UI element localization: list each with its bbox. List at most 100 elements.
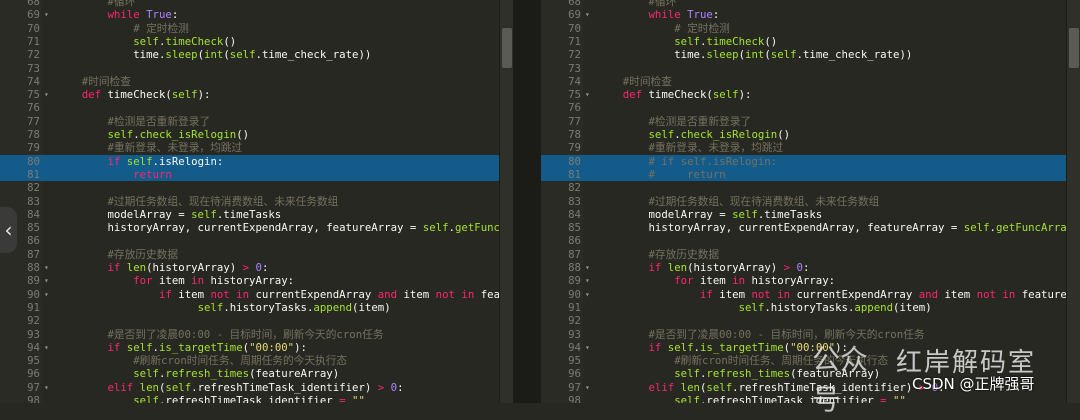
code-token: #存放历史数据	[648, 247, 720, 261]
code-line[interactable]: 69 ▾ while True:	[541, 8, 1080, 21]
code-line[interactable]: 76	[0, 101, 513, 114]
code-line[interactable]: 92	[541, 314, 1080, 327]
code-token: self	[133, 367, 159, 381]
code-line[interactable]: 73	[0, 62, 513, 75]
code-line[interactable]: 94 ▾ if self.is_targetTime("00:00"):	[0, 341, 513, 354]
code-line[interactable]: 86	[541, 234, 1080, 247]
line-number: 82	[27, 181, 40, 195]
code-line[interactable]: 80 if self.isRelogin:	[0, 154, 513, 168]
fold-toggle-icon[interactable]: ▾	[585, 8, 593, 21]
fold-toggle-icon[interactable]: ▾	[44, 274, 52, 287]
code-token: self	[133, 394, 159, 403]
code-line[interactable]: 77 #检测是否重新登录了	[541, 115, 1080, 128]
code-token: #过期任务数组、现在待消费数组、未来任务数组	[107, 194, 339, 208]
code-line[interactable]: 93 #是否到了凌晨00:00 - 目标时间，刷新今天的cron任务	[541, 328, 1080, 341]
code-line[interactable]: 91 self.historyTasks.append(item)	[541, 301, 1080, 314]
code-line[interactable]: 82	[541, 181, 1080, 194]
code-text: self.refresh_times(featureArray)	[56, 367, 339, 380]
code-line[interactable]: 75 ▾ def timeCheck(self):	[541, 88, 1080, 101]
back-button[interactable]: ‹	[0, 207, 17, 253]
fold-toggle-icon[interactable]: ▾	[44, 381, 52, 394]
code-line[interactable]: 70 # 定时检测	[0, 22, 513, 35]
left-editor-pane[interactable]: 68 #循环 69 ▾ while True: 70 # 定时检测 71 self.ti…	[0, 0, 513, 403]
code-line[interactable]: 70 # 定时检测	[541, 22, 1080, 35]
code-line[interactable]: 78 self.check_isRelogin()	[541, 128, 1080, 141]
fold-toggle-icon[interactable]: ▾	[44, 261, 52, 274]
code-line[interactable]: 89 ▾ for item in historyArray:	[541, 274, 1080, 287]
code-line[interactable]: 87 #存放历史数据	[0, 248, 513, 261]
code-line[interactable]: 73	[541, 62, 1080, 75]
fold-toggle-icon[interactable]: ▾	[585, 381, 593, 394]
code-line[interactable]: 71 self.timeCheck()	[0, 35, 513, 48]
code-line[interactable]: 98 self.refreshTimeTask_identifier = ""	[0, 394, 513, 403]
code-token: #过期任务数组、现在待消费数组、未来任务数组	[648, 194, 880, 208]
code-line[interactable]: 72 time.sleep(int(self.time_check_rate))	[541, 48, 1080, 61]
code-line[interactable]: 83 #过期任务数组、现在待消费数组、未来任务数组	[0, 195, 513, 208]
code-line[interactable]: 83 #过期任务数组、现在待消费数组、未来任务数组	[541, 195, 1080, 208]
code-line[interactable]: 74 #时间检查	[541, 75, 1080, 88]
code-line[interactable]: 80 # if self.isRelogin:	[541, 154, 1080, 168]
code-line[interactable]: 91 self.historyTasks.append(item)	[0, 301, 513, 314]
code-line[interactable]: 93 #是否到了凌晨00:00 - 目标时间，刷新今天的cron任务	[0, 328, 513, 341]
code-token: not in	[976, 287, 1016, 301]
code-line[interactable]: 87 #存放历史数据	[541, 248, 1080, 261]
code-line[interactable]: 68 #循环	[0, 0, 513, 8]
code-line[interactable]: 71 self.timeCheck()	[541, 35, 1080, 48]
fold-toggle-icon[interactable]: ▾	[44, 8, 52, 21]
code-token: item	[712, 287, 752, 301]
code-line[interactable]: 98 self.refreshTimeTask_identifier = ""	[541, 394, 1080, 403]
fold-toggle-icon[interactable]: ▾	[585, 288, 593, 301]
code-line[interactable]: 85 historyArray, currentExpendArray, fea…	[541, 221, 1080, 234]
code-line[interactable]: 95 #刷新cron时间任务、周期任务的今天执行态	[0, 354, 513, 367]
right-scrollbar-thumb[interactable]	[1069, 28, 1079, 68]
code-token: #检测是否重新登录了	[107, 114, 211, 128]
code-line[interactable]: 81 # return	[541, 167, 1080, 182]
code-token: self	[712, 88, 739, 102]
fold-toggle-icon[interactable]: ▾	[44, 288, 52, 301]
fold-toggle-icon[interactable]: ▾	[585, 88, 593, 101]
code-line[interactable]: 77 #检测是否重新登录了	[0, 115, 513, 128]
code-line[interactable]: 90 ▾ if item not in currentExpendArray an…	[541, 288, 1080, 301]
code-line[interactable]: 74 #时间检查	[0, 75, 513, 88]
code-line[interactable]: 90 ▾ if item not in currentExpendArray an…	[0, 288, 513, 301]
fold-toggle-icon[interactable]: ▾	[585, 341, 593, 354]
code-token: .refreshTimeTask_identifier	[699, 394, 881, 403]
fold-toggle-icon[interactable]: ▾	[44, 341, 52, 354]
code-line[interactable]: 81 return	[0, 167, 513, 182]
code-line[interactable]: 89 ▾ for item in historyArray:	[0, 274, 513, 287]
left-scrollbar-thumb[interactable]	[502, 28, 512, 68]
fold-toggle-icon[interactable]: ▾	[585, 261, 593, 274]
code-line[interactable]: 88 ▾ if len(historyArray) > 0:	[541, 261, 1080, 274]
code-line[interactable]: 79 #重新登录、未登录，均跳过	[0, 141, 513, 154]
left-scrollbar[interactable]	[499, 0, 514, 403]
code-token: :	[171, 8, 179, 22]
code-line[interactable]: 82	[0, 181, 513, 194]
code-line[interactable]: 79 #重新登录、未登录，均跳过	[541, 141, 1080, 154]
code-line[interactable]: 85 historyArray, currentExpendArray, fea…	[0, 221, 513, 234]
code-line[interactable]: 68 #循环	[541, 0, 1080, 8]
code-token: True	[146, 8, 172, 22]
code-line[interactable]: 96 self.refresh_times(featureArray)	[0, 367, 513, 380]
code-line[interactable]: 69 ▾ while True:	[0, 8, 513, 21]
code-line[interactable]: 86	[0, 234, 513, 247]
code-line[interactable]: 97 ▾ elif len(self.refreshTimeTask_identi…	[0, 381, 513, 394]
code-line[interactable]: 72 time.sleep(int(self.time_check_rate))	[0, 48, 513, 61]
code-line[interactable]: 75 ▾ def timeCheck(self):	[0, 88, 513, 101]
code-token: .time_check_rate))	[255, 48, 372, 62]
code-line[interactable]: 78 self.check_isRelogin()	[0, 128, 513, 141]
code-text: def timeCheck(self):	[56, 88, 211, 101]
fold-toggle-icon[interactable]: ▾	[585, 274, 593, 287]
code-line[interactable]: 84 modelArray = self.timeTasks	[0, 208, 513, 221]
code-token: # 定时检测	[674, 21, 730, 35]
code-token: self	[963, 221, 990, 235]
code-token: self	[126, 340, 153, 354]
code-line[interactable]: 84 modelArray = self.timeTasks	[541, 208, 1080, 221]
code-line[interactable]: 92	[0, 314, 513, 327]
code-line[interactable]: 88 ▾ if len(historyArray) > 0:	[0, 261, 513, 274]
fold-toggle-icon[interactable]: ▾	[44, 88, 52, 101]
code-token: if	[158, 287, 172, 301]
code-line[interactable]: 76	[541, 101, 1080, 114]
pane-divider[interactable]	[513, 0, 541, 403]
